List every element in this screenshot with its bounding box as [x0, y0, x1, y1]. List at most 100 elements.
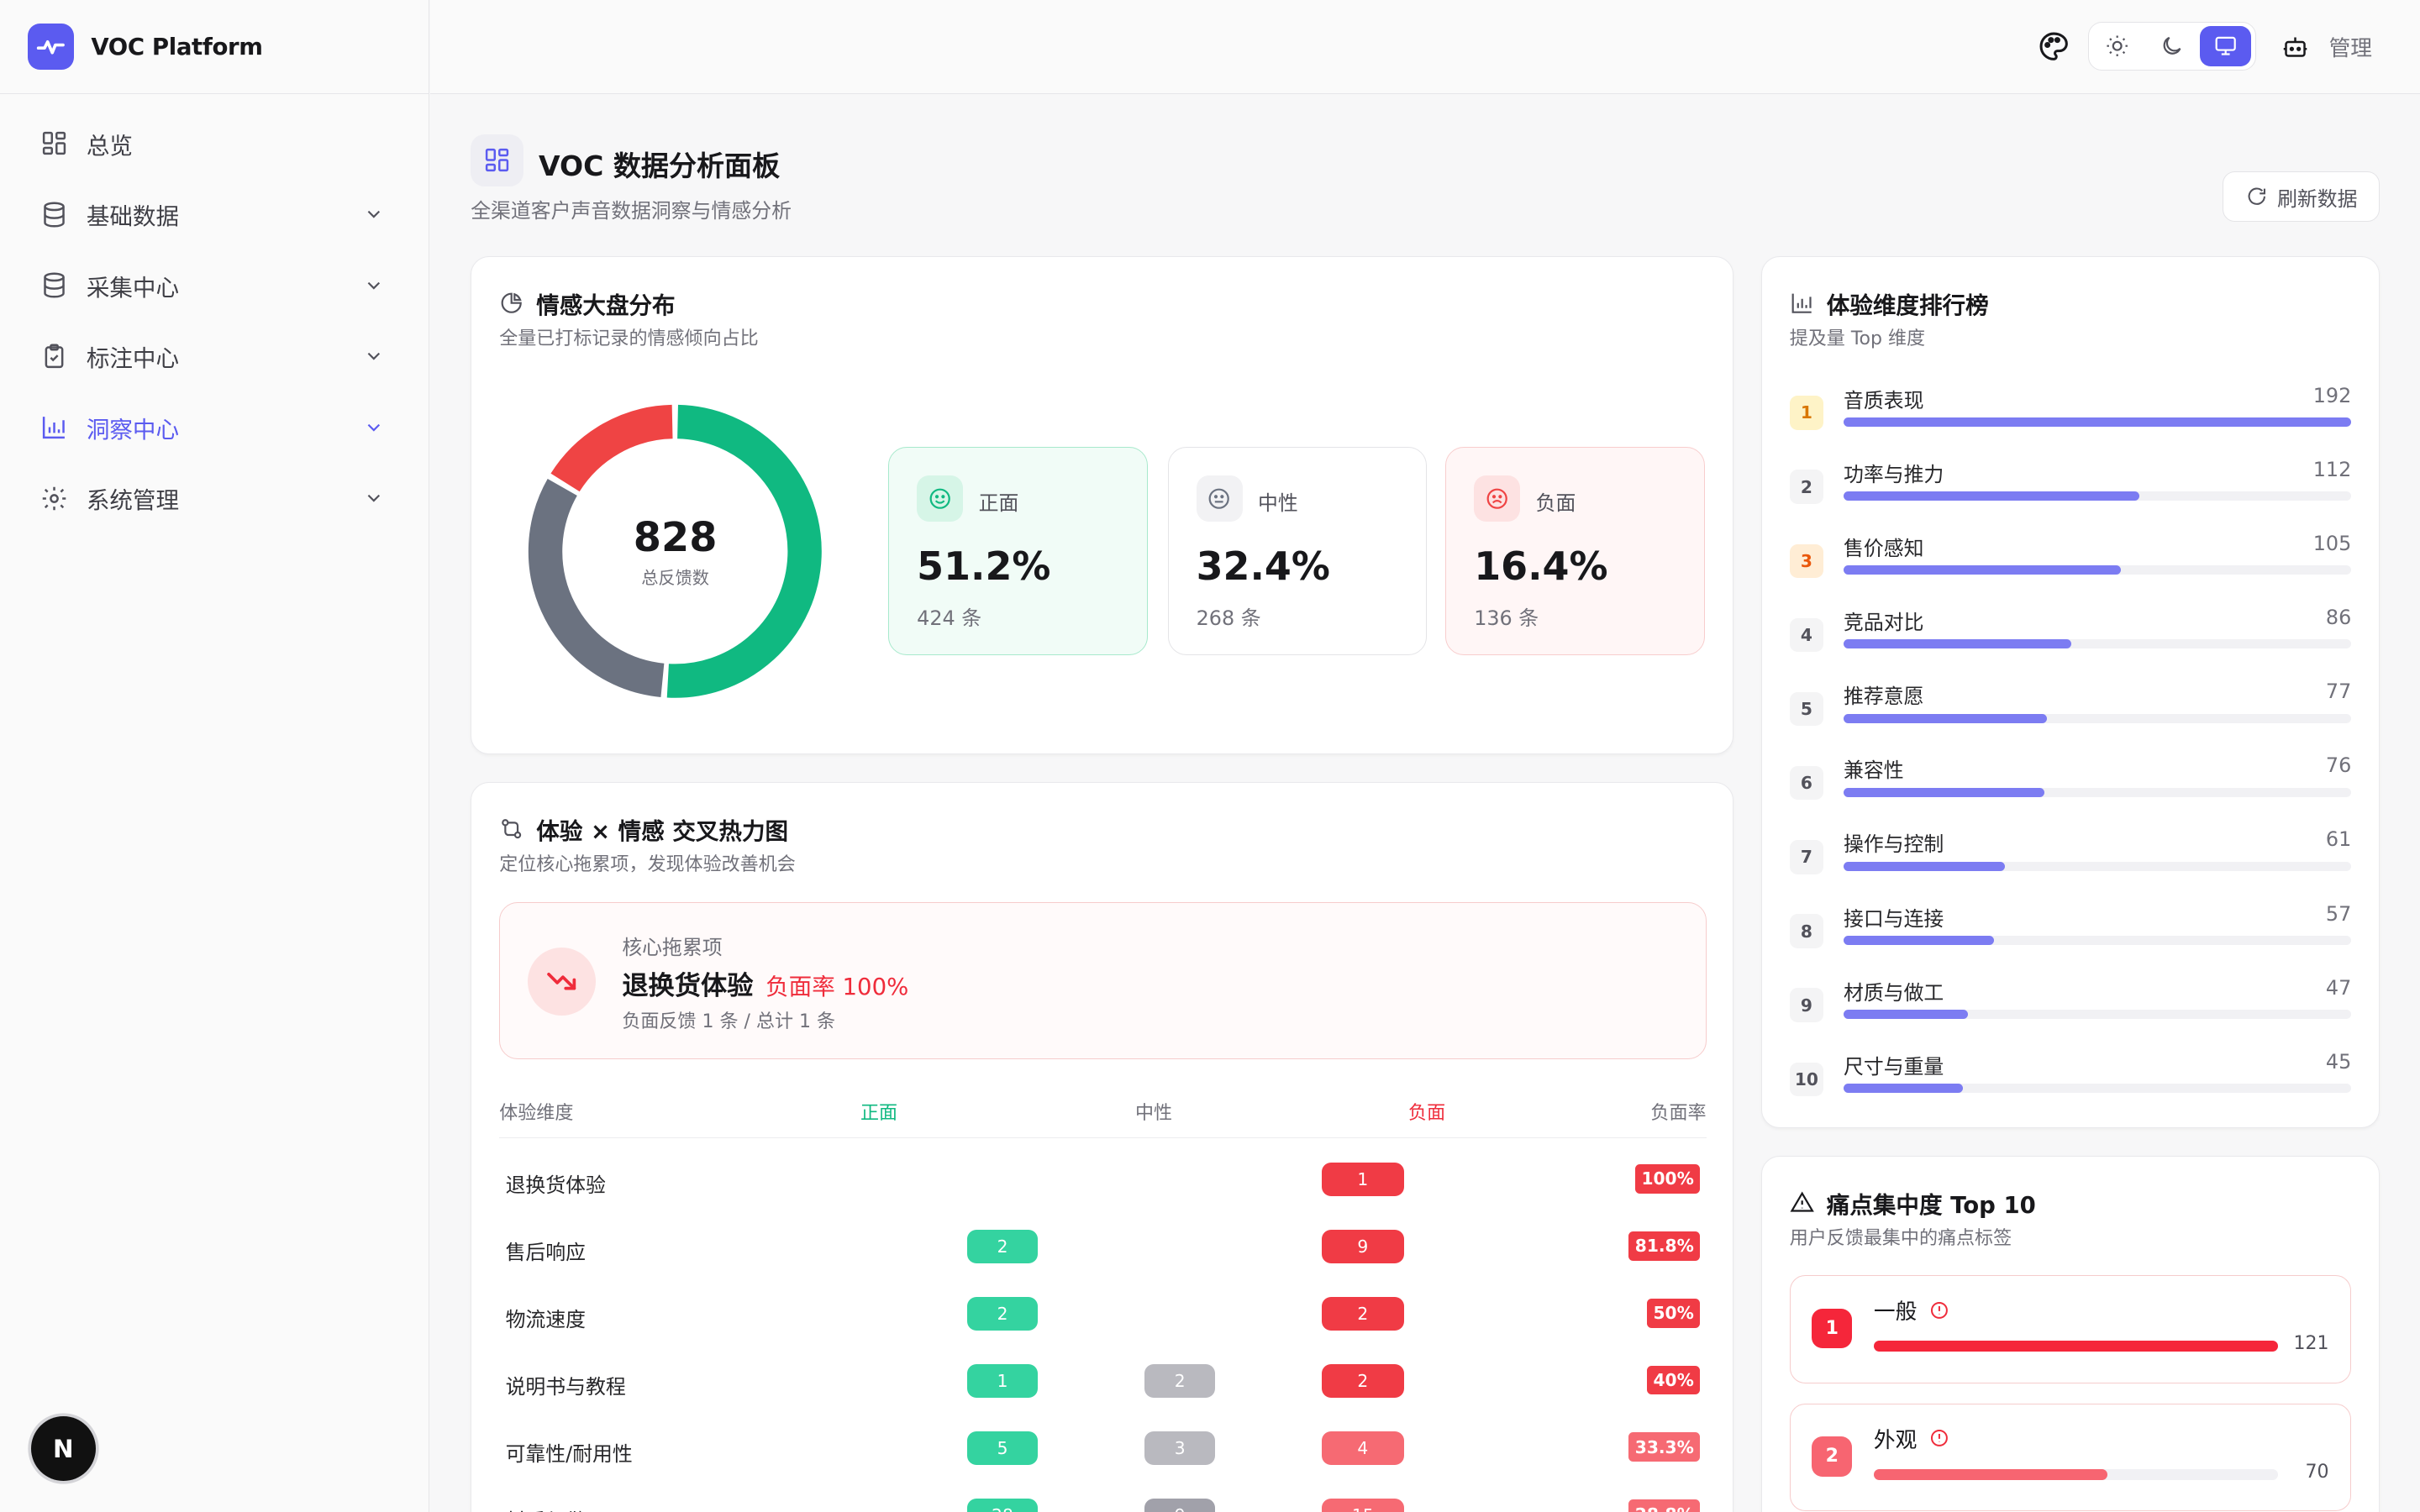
pain-rank-badge: 2	[1812, 1436, 1853, 1477]
heatmap-title: 体验 × 情感 交叉热力图	[536, 818, 789, 846]
bot-icon[interactable]	[2276, 28, 2313, 65]
rank-bar-fill	[1844, 417, 2352, 427]
cell-neg[interactable]: 2	[1322, 1296, 1404, 1331]
rank-name: 尺寸与重量	[1844, 1054, 1944, 1079]
pain-rank-badge: 1	[1812, 1308, 1853, 1349]
ranking-item[interactable]: 8 接口与连接 57	[1789, 902, 2352, 963]
pie-chart-icon	[501, 292, 523, 313]
table-row[interactable]: 材质与做工 28 9 15 28.8%	[499, 1486, 1706, 1512]
sidebar: VOC Platform 总览基础数据采集中心标注中心洞察中心系统管理 N	[0, 0, 429, 1512]
pain-item[interactable]: 2 外观 70	[1789, 1403, 2352, 1512]
top-bar: 管理	[430, 0, 2420, 95]
ranking-subtitle: 提及量 Top 维度	[1789, 328, 1926, 349]
sidebar-item-5[interactable]: 系统管理	[22, 470, 407, 526]
col-dimension: 体验维度	[499, 1102, 574, 1124]
table-row[interactable]: 退换货体验 1 100%	[499, 1150, 1706, 1215]
theme-system-button[interactable]	[2200, 26, 2251, 66]
rank-bar-fill	[1844, 565, 2122, 575]
heatmap-title-row: 体验 × 情感 交叉热力图	[499, 812, 788, 846]
alert-circle-icon[interactable]	[1929, 1428, 1949, 1448]
rank-name: 兼容性	[1844, 759, 1904, 783]
palette-icon[interactable]	[2036, 28, 2073, 65]
ranking-item[interactable]: 6 兼容性 76	[1789, 753, 2352, 815]
ranking-item[interactable]: 2 功率与推力 112	[1789, 457, 2352, 519]
stat-negative-count: 136 条	[1474, 606, 1539, 631]
stat-neutral-count: 268 条	[1196, 606, 1261, 631]
stat-neutral: 中性 32.4% 268 条	[1167, 446, 1428, 655]
row-negative-rate: 81.8%	[1628, 1231, 1701, 1261]
cell-neu[interactable]: 3	[1144, 1431, 1216, 1466]
rank-badge: 8	[1789, 914, 1824, 948]
cell-neg[interactable]: 9	[1322, 1229, 1404, 1264]
rank-value: 47	[2325, 975, 2352, 1000]
grid-icon	[40, 129, 68, 157]
sidebar-item-4[interactable]: 洞察中心	[22, 400, 407, 455]
cell-neu[interactable]: 2	[1144, 1363, 1216, 1399]
chevron-down-icon	[363, 275, 385, 297]
sidebar-item-1[interactable]: 基础数据	[22, 186, 407, 242]
theme-dark-button[interactable]	[2146, 26, 2197, 66]
rank-value: 76	[2325, 753, 2352, 778]
smile-icon	[917, 475, 964, 522]
corner-badge-button[interactable]: N	[30, 1416, 96, 1482]
moon-icon	[2163, 37, 2181, 55]
cell-neg[interactable]: 4	[1322, 1431, 1404, 1466]
cell-neg[interactable]: 2	[1322, 1363, 1404, 1399]
ranking-title-row: 体验维度排行榜	[1790, 286, 1989, 320]
table-row[interactable]: 售后响应 2 9 81.8%	[499, 1217, 1706, 1282]
ranking-item[interactable]: 10 尺寸与重量 45	[1789, 1050, 2352, 1111]
rank-value: 77	[2325, 680, 2352, 704]
ranking-item[interactable]: 1 音质表现 192	[1789, 384, 2352, 445]
ranking-card: 体验维度排行榜 提及量 Top 维度 1 音质表现 192 2 功率与推力 112 3 售价感…	[1760, 255, 2381, 1128]
rank-bar-fill	[1844, 936, 1995, 946]
pain-bar-track	[1873, 1468, 2279, 1480]
table-row[interactable]: 可靠性/耐用性 5 3 4 33.3%	[499, 1419, 1706, 1483]
ranking-title: 体验维度排行榜	[1826, 291, 1989, 319]
brand[interactable]: VOC Platform	[0, 0, 429, 95]
theme-light-button[interactable]	[2092, 26, 2144, 66]
dashboard-icon	[471, 134, 523, 187]
stat-positive-count: 424 条	[917, 606, 982, 631]
cell-neu[interactable]: 9	[1144, 1498, 1216, 1512]
sidebar-item-label: 标注中心	[86, 345, 180, 373]
sidebar-item-2[interactable]: 采集中心	[22, 258, 407, 313]
sentiment-title-row: 情感大盘分布	[499, 286, 676, 320]
cell-neg[interactable]: 1	[1322, 1163, 1404, 1197]
sidebar-item-label: 采集中心	[86, 274, 180, 302]
admin-menu[interactable]: 管理	[2329, 31, 2372, 62]
stat-neutral-name: 中性	[1258, 491, 1298, 515]
cell-pos[interactable]: 2	[966, 1229, 1039, 1264]
pain-item[interactable]: 1 一般 121	[1789, 1275, 2352, 1383]
ranking-item[interactable]: 4 竞品对比 86	[1789, 605, 2352, 667]
rank-value: 86	[2325, 605, 2352, 629]
ranking-item[interactable]: 3 售价感知 105	[1789, 532, 2352, 593]
cell-pos[interactable]: 5	[966, 1431, 1039, 1466]
rank-value: 112	[2312, 457, 2352, 481]
monitor-icon	[2215, 37, 2236, 55]
cell-pos[interactable]: 1	[966, 1363, 1039, 1399]
cell-pos[interactable]: 28	[966, 1498, 1039, 1512]
rank-name: 功率与推力	[1844, 462, 1944, 486]
row-dimension: 物流速度	[505, 1308, 587, 1332]
neutral-face-icon	[1196, 475, 1243, 522]
bar-chart-icon	[1791, 293, 1812, 313]
core-name: 退换货体验	[622, 971, 754, 1002]
core-main: 退换货体验 负面率 100%	[622, 964, 908, 1002]
sidebar-item-0[interactable]: 总览	[22, 116, 407, 171]
alert-circle-icon[interactable]	[1929, 1300, 1949, 1320]
table-row[interactable]: 物流速度 2 2 50%	[499, 1284, 1706, 1349]
refresh-button[interactable]: 刷新数据	[2222, 171, 2381, 223]
sidebar-nav: 总览基础数据采集中心标注中心洞察中心系统管理	[0, 94, 429, 526]
ranking-item[interactable]: 7 操作与控制 61	[1789, 827, 2352, 889]
ranking-item[interactable]: 5 推荐意愿 77	[1789, 680, 2352, 741]
rank-bar-fill	[1844, 787, 2045, 797]
rank-bar-track	[1844, 713, 2352, 723]
cell-pos[interactable]: 2	[966, 1296, 1039, 1331]
sidebar-item-3[interactable]: 标注中心	[22, 328, 407, 384]
table-row[interactable]: 说明书与教程 1 2 2 40%	[499, 1352, 1706, 1416]
rank-name: 竞品对比	[1844, 610, 1924, 634]
chevron-down-icon	[363, 487, 385, 509]
ranking-item[interactable]: 9 材质与做工 47	[1789, 975, 2352, 1037]
clipboard-icon	[40, 343, 68, 370]
cell-neg[interactable]: 15	[1322, 1498, 1404, 1512]
